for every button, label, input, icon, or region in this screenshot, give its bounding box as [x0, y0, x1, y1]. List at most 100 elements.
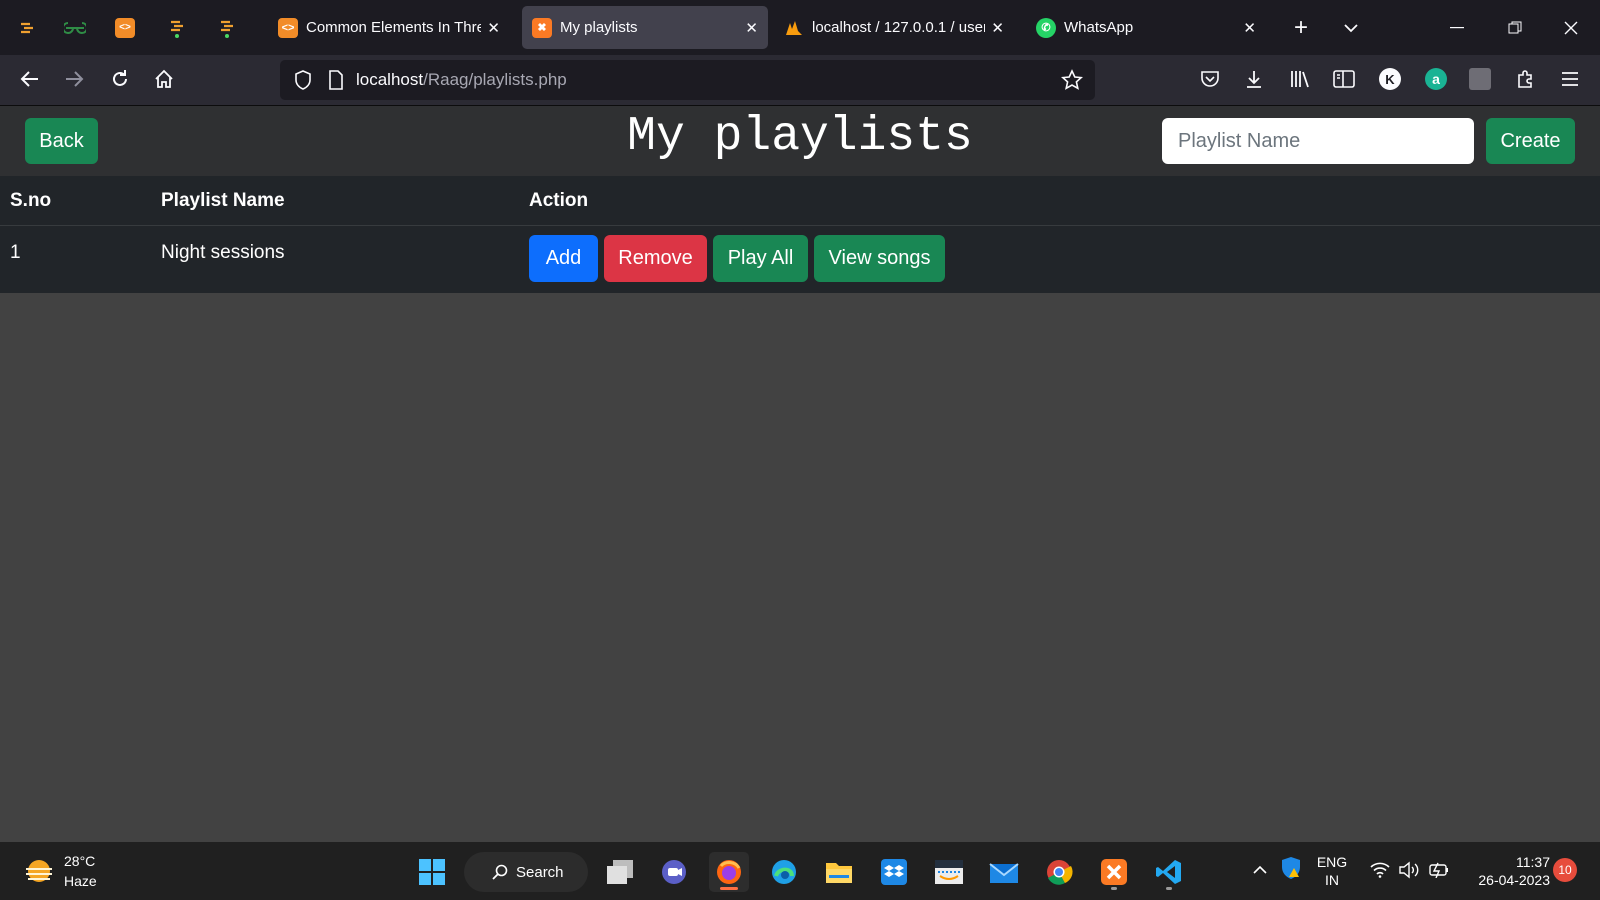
playlists-table: S.no Playlist Name Action 1 Night sessio… [0, 176, 1600, 293]
forward-arrow-icon[interactable] [56, 61, 92, 97]
pocket-icon[interactable] [1194, 63, 1226, 95]
close-icon[interactable]: ✕ [991, 19, 1004, 37]
chrome-icon[interactable] [1039, 852, 1079, 892]
view-songs-button[interactable]: View songs [814, 235, 945, 282]
wifi-icon[interactable] [1370, 862, 1390, 883]
language-indicator[interactable]: ENG IN [1314, 853, 1350, 889]
play-all-button[interactable]: Play All [713, 235, 808, 282]
tab-title: Common Elements In Three [306, 19, 482, 36]
firefox-icon[interactable] [709, 852, 749, 892]
file-explorer-icon[interactable] [819, 852, 859, 892]
weather-temp: 28°C [64, 853, 96, 869]
close-icon[interactable]: ✕ [487, 19, 500, 37]
table-header-row: S.no Playlist Name Action [0, 176, 1600, 226]
dropbox-icon[interactable] [874, 852, 914, 892]
tray-overflow-chevron-icon[interactable] [1252, 862, 1268, 880]
defender-warning-icon[interactable] [1280, 856, 1302, 885]
tab-whatsapp[interactable]: ✆ WhatsApp ✕ [1026, 6, 1266, 49]
table-row: 1 Night sessions Add Remove Play All Vie… [0, 226, 1600, 293]
code-icon: <> [115, 17, 135, 38]
taskbar: 28°C Haze Search ENG IN 11:37 26-04-2023… [0, 842, 1600, 900]
code-icon: <> [278, 17, 298, 38]
pinned-tab-1[interactable] [4, 0, 50, 55]
reload-icon[interactable] [102, 61, 138, 97]
xampp-icon: ✖ [532, 17, 552, 38]
create-button[interactable]: Create [1486, 118, 1575, 164]
haze-sun-icon [26, 860, 52, 882]
tab-title: localhost / 127.0.0.1 / users [812, 19, 986, 36]
teams-chat-icon[interactable] [654, 852, 694, 892]
back-arrow-icon[interactable] [12, 61, 48, 97]
tab-common-elements[interactable]: <> Common Elements In Three ✕ [268, 6, 510, 49]
clock-time: 11:37 [1516, 854, 1550, 870]
page-info-icon[interactable] [328, 70, 344, 90]
close-icon[interactable]: ✕ [1243, 19, 1256, 37]
running-indicator [1166, 887, 1172, 890]
row-sno: 1 [10, 242, 21, 263]
battery-icon[interactable] [1428, 862, 1450, 883]
new-tab-icon[interactable]: + [1278, 0, 1324, 55]
clock[interactable]: 11:37 26-04-2023 [1460, 853, 1550, 889]
minimize-icon[interactable] [1434, 0, 1480, 55]
account-k-icon[interactable]: K [1374, 63, 1406, 95]
home-icon[interactable] [146, 61, 182, 97]
whatsapp-icon: ✆ [1036, 17, 1056, 38]
search-label: Search [516, 863, 564, 881]
back-button[interactable]: Back [25, 118, 98, 164]
url-bar[interactable]: localhost/Raag/playlists.php [280, 60, 1095, 100]
lang-line1: ENG [1316, 854, 1348, 870]
tab-phpmyadmin[interactable]: localhost / 127.0.0.1 / users ✕ [774, 6, 1014, 49]
taskbar-search[interactable]: Search [464, 852, 588, 892]
page-header: My playlists Back Create [0, 106, 1600, 176]
menu-hamburger-icon[interactable] [1554, 63, 1586, 95]
mail-icon[interactable] [984, 852, 1024, 892]
lightning-app-icon [171, 20, 183, 38]
url-text: localhost/Raag/playlists.php [356, 70, 567, 90]
shield-icon[interactable] [294, 70, 312, 90]
pinned-tab-5[interactable] [204, 0, 250, 55]
pinned-tab-2[interactable] [52, 0, 98, 55]
volume-icon[interactable] [1398, 861, 1420, 884]
lang-line2: IN [1325, 872, 1339, 888]
list-tabs-icon[interactable] [1328, 0, 1374, 55]
tab-title: My playlists [560, 19, 638, 36]
gfg-icon [64, 21, 86, 34]
remove-button[interactable]: Remove [604, 235, 707, 282]
header-sno: S.no [10, 190, 52, 211]
amazon-icon[interactable] [929, 852, 969, 892]
vscode-icon[interactable] [1149, 852, 1189, 892]
pinned-tab-3[interactable]: <> [102, 0, 148, 55]
add-button[interactable]: Add [529, 235, 598, 282]
lightning-app-icon [21, 22, 33, 33]
sidebar-icon[interactable] [1328, 63, 1360, 95]
search-icon [492, 864, 508, 880]
row-playlist-name: Night sessions [161, 242, 285, 263]
clock-date: 26-04-2023 [1478, 872, 1550, 888]
phpmyadmin-icon [784, 18, 804, 38]
library-icon[interactable] [1284, 63, 1316, 95]
extensions-puzzle-icon[interactable] [1510, 63, 1542, 95]
start-windows-icon[interactable] [412, 852, 452, 892]
extension-square-icon[interactable] [1464, 63, 1496, 95]
pinned-tab-4[interactable] [154, 0, 200, 55]
url-path: /Raag/playlists.php [423, 70, 567, 89]
weather-condition: Haze [64, 873, 97, 889]
window-close-icon[interactable] [1548, 0, 1594, 55]
task-view-icon[interactable] [600, 852, 640, 892]
notification-badge[interactable]: 10 [1553, 858, 1577, 882]
edge-icon[interactable] [764, 852, 804, 892]
close-icon[interactable]: ✕ [745, 19, 758, 37]
playlist-name-input[interactable] [1162, 118, 1474, 164]
restore-icon[interactable] [1492, 0, 1538, 55]
xampp-icon[interactable] [1094, 852, 1134, 892]
tab-my-playlists[interactable]: ✖ My playlists ✕ [522, 6, 768, 49]
extension-a-icon[interactable]: a [1420, 63, 1452, 95]
header-action: Action [529, 190, 589, 211]
active-indicator [720, 887, 738, 890]
tab-strip: <> <> Common Elements In Three ✕ ✖ My pl… [0, 0, 1600, 55]
weather-widget[interactable]: 28°C Haze [22, 852, 122, 892]
downloads-icon[interactable] [1238, 63, 1270, 95]
lightning-app-icon [221, 20, 233, 38]
url-host: localhost [356, 70, 424, 89]
bookmark-star-icon[interactable] [1061, 69, 1083, 91]
